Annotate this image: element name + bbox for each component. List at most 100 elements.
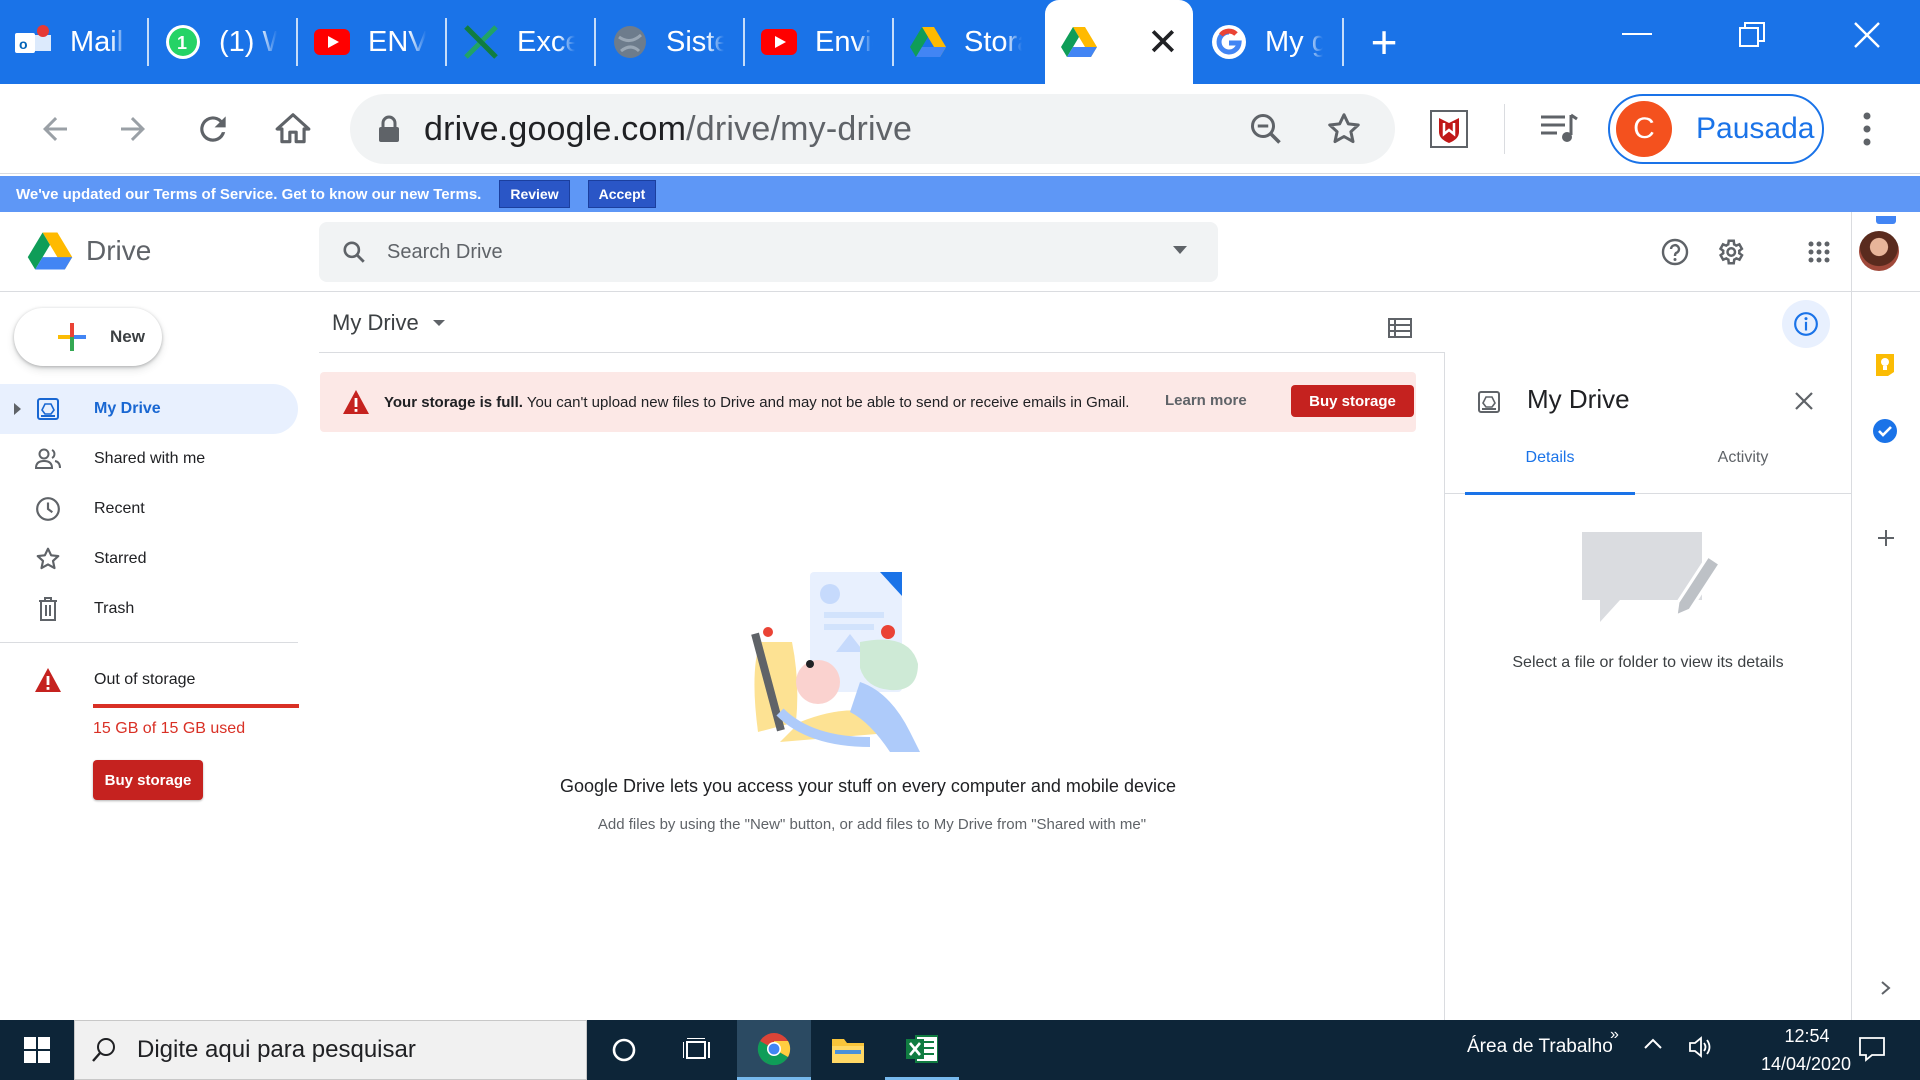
terms-banner: We've updated our Terms of Service. Get …	[0, 176, 1920, 212]
list-view-icon[interactable]	[1380, 308, 1420, 348]
learn-more-link[interactable]: Learn more	[1165, 392, 1247, 409]
tab-youtube-envio[interactable]: Envio	[745, 0, 894, 84]
excel-icon	[461, 22, 501, 62]
accept-button[interactable]: Accept	[587, 180, 657, 208]
browser-menu-icon[interactable]	[1844, 106, 1890, 152]
tab-title: Sistema	[666, 25, 724, 58]
new-button[interactable]: New	[14, 308, 162, 366]
calendar-icon[interactable]	[1876, 216, 1896, 224]
media-control-icon[interactable]	[1536, 106, 1582, 152]
search-icon[interactable]	[341, 239, 367, 265]
sidebar-item-recent[interactable]: Recent	[0, 484, 298, 534]
profile-button[interactable]: C Pausada	[1608, 94, 1824, 164]
new-tab-button[interactable]: +	[1344, 0, 1424, 84]
start-button[interactable]	[0, 1020, 74, 1080]
tab-activity[interactable]: Activity	[1658, 422, 1828, 494]
expand-caret-icon[interactable]	[14, 403, 21, 415]
keep-icon[interactable]	[1874, 352, 1896, 378]
youtube-icon	[759, 22, 799, 62]
tab-youtube-env[interactable]: ENV	[298, 0, 447, 84]
add-addon-icon[interactable]	[1876, 528, 1896, 548]
sidebar-item-label: Shared with me	[94, 450, 206, 467]
minimize-button[interactable]	[1578, 0, 1696, 70]
search-bar[interactable]	[319, 222, 1218, 282]
tab-details[interactable]: Details	[1465, 422, 1635, 495]
home-button[interactable]	[270, 106, 316, 152]
volume-icon[interactable]	[1688, 1036, 1714, 1058]
settings-gear-icon[interactable]	[1712, 234, 1748, 270]
tab-title: (1) WhatsApp	[219, 25, 277, 58]
header-divider	[319, 352, 1444, 353]
chevron-right-icon[interactable]	[1880, 980, 1892, 996]
search-icon	[91, 1037, 117, 1063]
chrome-taskbar-icon[interactable]	[737, 1020, 811, 1080]
excel-taskbar-icon[interactable]	[885, 1020, 959, 1080]
sidebar-item-my-drive[interactable]: My Drive	[0, 384, 298, 434]
tray-chevron-up-icon[interactable]	[1643, 1038, 1663, 1050]
zoom-icon[interactable]	[1248, 111, 1284, 147]
back-button[interactable]	[32, 106, 78, 152]
search-options-icon[interactable]	[1173, 246, 1187, 254]
cortana-icon[interactable]	[587, 1020, 661, 1080]
tab-sistema[interactable]: Sistema	[596, 0, 745, 84]
tab-mail[interactable]: o Mail	[0, 0, 149, 84]
empty-state-illustration	[740, 572, 970, 777]
tab-title: Envio	[815, 25, 873, 58]
warning-icon	[34, 666, 62, 694]
tab-excel[interactable]: Excel	[447, 0, 596, 84]
google-icon	[1209, 22, 1249, 62]
tab-drive-active[interactable]: ✕	[1045, 0, 1193, 84]
address-bar[interactable]: drive.google.com/drive/my-drive	[350, 94, 1395, 164]
main-content: My Drive Your storage is full. You can't…	[300, 292, 1444, 1020]
people-icon	[34, 445, 62, 473]
file-explorer-icon[interactable]	[811, 1020, 885, 1080]
breadcrumb[interactable]: My Drive	[332, 310, 445, 336]
storage-full-alert: Your storage is full. You can't upload n…	[320, 372, 1416, 432]
buy-storage-button[interactable]: Buy storage	[1291, 385, 1414, 417]
task-view-icon[interactable]	[661, 1020, 735, 1080]
close-icon[interactable]	[1793, 390, 1815, 412]
tab-title: Mail	[70, 25, 124, 58]
close-tab-icon[interactable]: ✕	[1147, 20, 1179, 65]
drive-logo[interactable]: Drive	[26, 230, 151, 272]
lock-icon[interactable]	[378, 115, 400, 143]
reload-button[interactable]	[190, 106, 236, 152]
google-drive-icon	[908, 22, 948, 62]
mcafee-extension-icon[interactable]	[1426, 106, 1472, 152]
google-drive-icon	[26, 230, 74, 272]
restore-button[interactable]	[1693, 0, 1811, 70]
help-icon[interactable]	[1657, 234, 1693, 270]
tab-title: Storage	[964, 25, 1022, 58]
desktop-toolbar-label[interactable]: Área de Trabalho	[1467, 1036, 1613, 1058]
empty-state-subtitle: Add files by using the "New" button, or …	[597, 816, 1147, 833]
tab-storage[interactable]: Storage	[894, 0, 1043, 84]
tab-title: Excel	[517, 25, 575, 58]
sidebar-item-label: Recent	[94, 500, 145, 517]
clock-date[interactable]: 14/04/2020	[1736, 1054, 1876, 1075]
my-drive-icon	[34, 395, 62, 423]
tab-whatsapp[interactable]: 1 (1) WhatsApp	[149, 0, 298, 84]
sidebar-item-starred[interactable]: Starred	[0, 534, 298, 584]
profile-avatar: C	[1616, 101, 1672, 157]
close-window-button[interactable]	[1808, 0, 1920, 70]
forward-button[interactable]	[110, 106, 156, 152]
url-path: /drive/my-drive	[686, 109, 913, 148]
buy-storage-button[interactable]: Buy storage	[93, 760, 203, 800]
empty-state-title: Google Drive lets you access your stuff …	[560, 776, 1176, 796]
toolbar-expand-icon[interactable]: »	[1610, 1026, 1619, 1044]
taskbar-search[interactable]: Digite aqui para pesquisar	[74, 1020, 587, 1080]
windows-taskbar: Digite aqui para pesquisar Área de Traba…	[0, 1020, 1920, 1080]
sidebar-item-trash[interactable]: Trash	[0, 584, 298, 634]
search-input[interactable]	[387, 240, 1167, 264]
bookmark-star-icon[interactable]	[1326, 111, 1362, 147]
clock-time[interactable]: 12:54	[1762, 1026, 1852, 1047]
outlook-icon: o	[14, 22, 54, 62]
sidebar-item-shared-with-me[interactable]: Shared with me	[0, 434, 298, 484]
warning-icon	[342, 389, 370, 415]
notification-center-icon[interactable]	[1858, 1036, 1886, 1062]
tasks-icon[interactable]	[1872, 418, 1898, 444]
apps-grid-icon[interactable]	[1801, 234, 1837, 270]
browser-toolbar: drive.google.com/drive/my-drive C Pausad…	[0, 84, 1920, 174]
review-button[interactable]: Review	[499, 180, 570, 208]
tab-my-google[interactable]: My google	[1195, 0, 1344, 84]
